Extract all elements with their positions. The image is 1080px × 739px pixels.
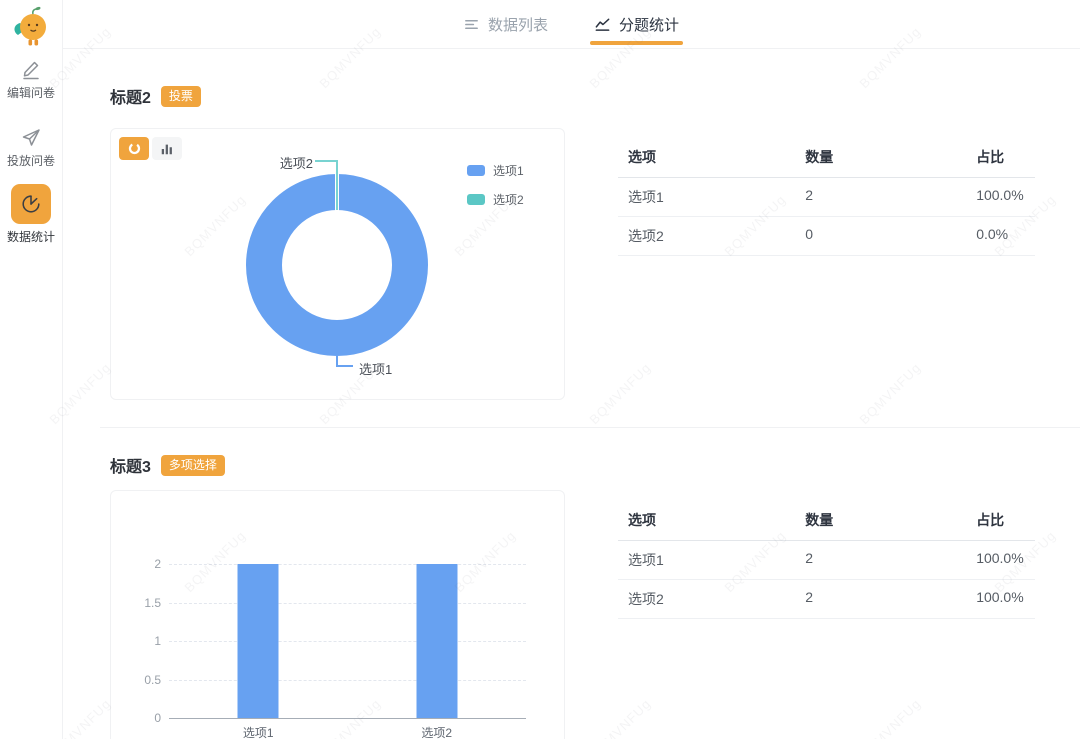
legend-label: 选项1 [493, 162, 524, 179]
bar[interactable] [416, 564, 457, 718]
line-chart-icon [594, 16, 611, 33]
y-tick-label: 1 [113, 634, 161, 648]
bar-chart-card: 0 0.5 1 1.5 2 选项1选项2 [110, 490, 565, 739]
x-axis-line [169, 718, 526, 719]
sidebar-item-edit-survey[interactable]: 编辑问卷 [0, 58, 62, 100]
bar-category: 选项2 [348, 564, 527, 718]
sidebar-item-data-statistics[interactable]: 数据统计 [0, 184, 62, 244]
legend-label: 选项2 [493, 191, 524, 208]
paper-plane-icon [20, 126, 42, 148]
table-cell: 2 [795, 580, 966, 618]
tab-label: 数据列表 [488, 14, 548, 35]
table-cell: 选项1 [618, 178, 795, 216]
tab-per-question-stats[interactable]: 分题统计 [594, 0, 679, 48]
active-item-background [11, 184, 51, 224]
question-title: 标题3 [110, 453, 151, 477]
column-header: 占比 [966, 500, 1035, 540]
pie-slice-label: 选项2 [259, 153, 313, 172]
donut-chart-toggle-button[interactable] [119, 137, 149, 160]
table-cell: 选项1 [618, 541, 795, 579]
question-title: 标题2 [110, 84, 151, 108]
pie-chart-icon [20, 193, 42, 215]
donut-icon [127, 141, 142, 156]
bar-chart-icon [160, 142, 174, 156]
pie-slice-label: 选项1 [359, 359, 392, 378]
pencil-icon [20, 58, 42, 80]
table-cell: 2 [795, 541, 966, 579]
table-row: 选项12100.0% [618, 178, 1035, 217]
table-cell: 选项2 [618, 580, 795, 618]
chart-type-toggle [119, 137, 182, 160]
column-header: 数量 [795, 137, 966, 177]
chart-legend: 选项1 选项2 [467, 162, 524, 208]
column-header: 数量 [795, 500, 966, 540]
app-logo-mascot [11, 4, 51, 50]
stats-table: 选项数量占比选项12100.0%选项200.0% [618, 137, 1035, 256]
table-header-row: 选项数量占比 [618, 137, 1035, 178]
table-cell: 100.0% [966, 580, 1035, 618]
topbar: 数据列表 分题统计 [62, 0, 1080, 49]
section-divider [100, 427, 1080, 428]
question-type-badge: 投票 [161, 86, 201, 107]
x-tick-label: 选项2 [348, 724, 527, 739]
bar-category: 选项1 [169, 564, 348, 718]
column-header: 占比 [966, 137, 1035, 177]
table-row: 选项200.0% [618, 217, 1035, 256]
table-cell: 选项2 [618, 217, 795, 255]
main-content: 标题2 投票 选项1 [62, 48, 1080, 739]
donut-chart-card: 选项1 选项2 选项2 选项1 [110, 128, 565, 400]
leader-line [336, 365, 353, 367]
bar-chart-toggle-button[interactable] [152, 137, 182, 160]
y-tick-label: 1.5 [113, 596, 161, 610]
bar-chart-plot: 00.511.52选项1选项2 [169, 564, 526, 718]
table-cell: 2 [795, 178, 966, 216]
active-tab-underline [590, 41, 683, 45]
table-row: 选项22100.0% [618, 580, 1035, 619]
table-cell: 0.0% [966, 217, 1035, 255]
legend-item[interactable]: 选项1 [467, 162, 524, 179]
sidebar-item-label: 投放问卷 [6, 154, 56, 168]
y-tick-label: 2 [113, 557, 161, 571]
y-tick-label: 0.5 [113, 673, 161, 687]
table-cell: 100.0% [966, 541, 1035, 579]
legend-swatch [467, 194, 485, 205]
table-cell: 0 [795, 217, 966, 255]
x-tick-label: 选项1 [169, 724, 348, 739]
leader-line [336, 160, 338, 210]
stats-table: 选项数量占比选项12100.0%选项22100.0% [618, 500, 1035, 619]
question-type-badge: 多项选择 [161, 455, 225, 476]
column-header: 选项 [618, 137, 795, 177]
sidebar: 编辑问卷 投放问卷 数据统计 [0, 0, 63, 739]
tab-label: 分题统计 [619, 14, 679, 35]
list-icon [463, 16, 480, 33]
section-title-row: 标题2 投票 [110, 84, 201, 108]
table-header-row: 选项数量占比 [618, 500, 1035, 541]
y-tick-label: 0 [113, 711, 161, 725]
legend-item[interactable]: 选项2 [467, 191, 524, 208]
column-header: 选项 [618, 500, 795, 540]
tab-data-list[interactable]: 数据列表 [463, 0, 548, 48]
table-cell: 100.0% [966, 178, 1035, 216]
legend-swatch [467, 165, 485, 176]
sidebar-item-label: 编辑问卷 [6, 86, 56, 100]
leader-line [315, 160, 338, 162]
table-row: 选项12100.0% [618, 541, 1035, 580]
sidebar-item-label: 数据统计 [6, 230, 56, 244]
bar[interactable] [238, 564, 279, 718]
section-title-row: 标题3 多项选择 [110, 453, 225, 477]
sidebar-item-distribute-survey[interactable]: 投放问卷 [0, 126, 62, 168]
